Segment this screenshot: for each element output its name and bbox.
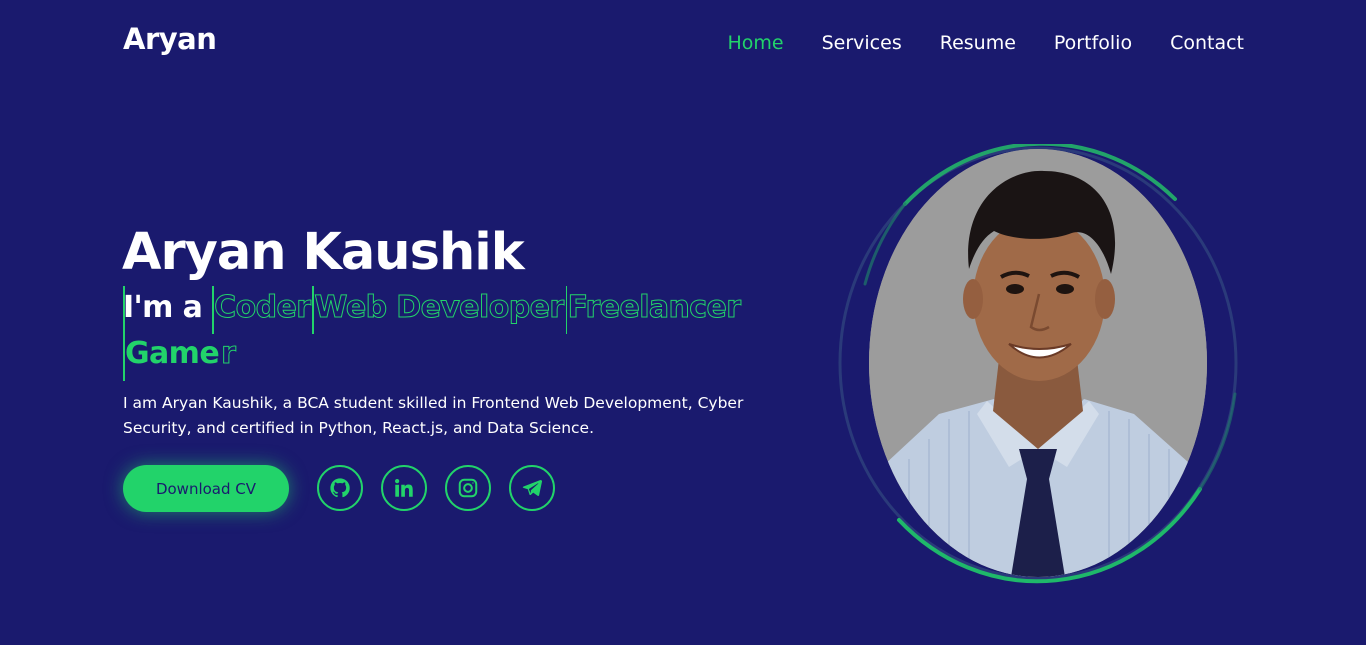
linkedin-link[interactable] [381,465,427,511]
profile-illustration [869,149,1207,577]
nav-resume[interactable]: Resume [940,30,1016,56]
telegram-icon [522,479,543,497]
download-cv-button[interactable]: Download CV [123,465,289,512]
main-nav: Home Services Resume Portfolio Contact [727,30,1244,56]
nav-contact[interactable]: Contact [1170,30,1244,56]
github-icon [330,478,350,498]
hero-intro: I am Aryan Kaushik, a BCA student skille… [123,394,744,437]
role-freelancer: Freelancer [567,290,741,326]
profile-photo [869,149,1207,577]
instagram-link[interactable] [445,465,491,511]
role-line: I'm a Coder Web Developer Freelancer Gamer [123,285,773,377]
social-links [317,465,555,511]
linkedin-icon [395,479,413,497]
role-gamer-typed: Game [125,336,220,371]
role-coder: Coder [214,290,312,326]
nav-home[interactable]: Home [727,30,783,56]
portrait [835,144,1245,584]
role-gamer-untyped: r [221,336,237,372]
site-logo[interactable]: Aryan [123,22,217,56]
instagram-icon [458,478,478,498]
hero-name: Aryan Kaushik [122,223,525,282]
telegram-link[interactable] [509,465,555,511]
github-link[interactable] [317,465,363,511]
role-web-developer: Web Developer [314,290,565,326]
page: Aryan Home Services Resume Portfolio Con… [0,0,1366,645]
nav-services[interactable]: Services [822,30,902,56]
nav-portfolio[interactable]: Portfolio [1054,30,1132,56]
role-prefix: I'm a [123,290,203,325]
